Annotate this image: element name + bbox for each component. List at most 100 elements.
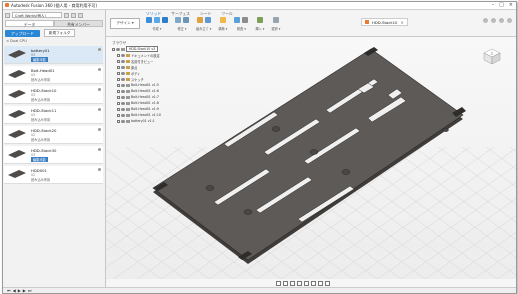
skip-start-icon[interactable]: ⏮ [7, 288, 11, 293]
tab-members[interactable]: 共有メンバー [54, 20, 103, 27]
visibility-icon[interactable] [121, 95, 125, 99]
file-item[interactable]: HDD-Stack10 V3 読み込み専用 [4, 86, 103, 104]
help-icon[interactable] [499, 18, 504, 23]
notification-icon[interactable] [491, 18, 496, 23]
file-meta: 読み込み専用 [31, 118, 51, 122]
avatar[interactable] [507, 18, 512, 23]
expand-toggle-icon[interactable] [117, 101, 120, 105]
tab-data[interactable]: データ [5, 20, 54, 27]
workspace-switcher[interactable]: デザイン ▾ [110, 18, 140, 29]
tool-icon[interactable] [204, 17, 211, 23]
close-icon[interactable]: × [509, 2, 513, 8]
file-item[interactable]: HDD-Stack30 V3 編集可能 [4, 146, 103, 164]
file-item[interactable]: HDD-Stack20 V2 読み込み専用 [4, 126, 103, 144]
expand-toggle-icon[interactable] [117, 89, 120, 93]
expand-toggle-icon[interactable] [117, 53, 120, 57]
visibility-icon[interactable] [121, 53, 125, 57]
expand-toggle-icon[interactable] [112, 47, 115, 51]
visibility-icon[interactable] [121, 71, 125, 75]
expand-toggle-icon[interactable] [117, 77, 120, 81]
toolbar-group[interactable]: 検査 ▾ [234, 17, 249, 31]
upload-button[interactable]: アップロード [5, 29, 40, 37]
expand-toggle-icon[interactable] [117, 71, 120, 75]
maximize-icon[interactable]: □ [499, 2, 504, 8]
viewports-icon[interactable] [325, 281, 330, 286]
tool-icon[interactable] [162, 17, 168, 23]
grid-settings-icon[interactable] [318, 281, 323, 286]
file-item[interactable]: HDD-Stack11 V2 読み込み専用 [4, 106, 103, 124]
tool-icon[interactable] [234, 17, 241, 23]
add-tab-icon[interactable] [483, 18, 488, 23]
zoom-icon[interactable] [297, 281, 302, 286]
orbit-icon[interactable] [276, 281, 281, 286]
skip-end-icon[interactable]: ⏭ [28, 288, 32, 293]
toolbar-group-label[interactable]: 作成 ▾ [153, 26, 162, 31]
expand-toggle-icon[interactable] [117, 59, 120, 63]
expand-toggle-icon[interactable] [117, 119, 120, 123]
tool-icon[interactable] [154, 17, 160, 23]
play-icon[interactable]: ▶ [18, 288, 21, 293]
toolbar-group-icons [146, 17, 168, 23]
visibility-icon[interactable] [121, 89, 125, 93]
tool-icon[interactable] [272, 17, 279, 23]
toolbar-group[interactable]: 選択 ▾ [271, 17, 280, 31]
visibility-icon[interactable] [121, 83, 125, 87]
expand-toggle-icon[interactable] [117, 83, 120, 87]
project-dropdown[interactable]: Craft Works(個人) [12, 12, 62, 18]
tool-icon[interactable] [219, 17, 226, 23]
visibility-icon[interactable] [121, 107, 125, 111]
document-tab[interactable]: HDD-Stack10 × [361, 18, 408, 26]
visibility-icon[interactable] [121, 119, 125, 123]
visibility-icon[interactable] [116, 47, 120, 51]
search-icon[interactable] [71, 12, 76, 18]
sync-status-icon [98, 68, 101, 71]
breadcrumb[interactable]: < Dual CPU [6, 39, 27, 43]
file-item[interactable]: Bolt-Head01 V2 読み込み専用 [4, 66, 103, 84]
step-back-icon[interactable]: ◀ [13, 288, 16, 293]
close-panel-icon[interactable] [78, 12, 83, 18]
toolbar-group-label[interactable]: 組み立て ▾ [196, 26, 211, 31]
tool-icon[interactable] [256, 17, 263, 23]
minimize-icon[interactable]: – [492, 2, 495, 8]
toolbar-group[interactable]: 挿入 ▾ [255, 17, 264, 31]
file-item[interactable]: HDD001 V2 読み込み専用 [4, 166, 103, 184]
file-item[interactable]: battery01 V3 編集可能 [4, 46, 103, 64]
expand-toggle-icon[interactable] [117, 65, 120, 69]
toolbar-group[interactable]: 修正 ▾ [175, 17, 189, 31]
folder-icon [126, 77, 130, 81]
browser-panel: ブラウザ HDD-Stack10 v3 ドキュメントの設定 名前付きビュー 原点 ボディ… [112, 40, 174, 124]
expand-toggle-icon[interactable] [117, 95, 120, 99]
toolbar-group-label[interactable]: 修正 ▾ [178, 26, 187, 31]
new-folder-button[interactable]: 新規フォルダ [43, 29, 76, 37]
toolbar-group-label[interactable]: 挿入 ▾ [255, 26, 264, 31]
visibility-icon[interactable] [121, 65, 125, 69]
tool-icon[interactable] [242, 17, 249, 23]
fit-icon[interactable] [304, 281, 309, 286]
display-settings-icon[interactable] [311, 281, 316, 286]
visibility-icon[interactable] [121, 101, 125, 105]
visibility-icon[interactable] [121, 113, 125, 117]
tool-icon[interactable] [175, 17, 181, 23]
viewcube[interactable]: 上 [482, 47, 502, 65]
expand-toggle-icon[interactable] [117, 107, 120, 111]
expand-toggle-icon[interactable] [117, 113, 120, 117]
visibility-icon[interactable] [121, 59, 125, 63]
toolbar-group[interactable]: 作成 ▾ [146, 17, 168, 31]
canvas-viewport[interactable]: ブラウザ HDD-Stack10 v3 ドキュメントの設定 名前付きビュー 原点 ボディ… [106, 37, 516, 293]
toolbar-group[interactable]: 構築 ▾ [218, 17, 227, 31]
grid-icon[interactable] [5, 12, 10, 18]
visibility-icon[interactable] [121, 77, 125, 81]
browser-node[interactable]: battery01 v1:1 [112, 118, 174, 124]
look-at-icon[interactable] [283, 281, 288, 286]
tool-icon[interactable] [183, 17, 189, 23]
toolbar-group-label[interactable]: 検査 ▾ [237, 26, 246, 31]
close-tab-icon[interactable]: × [400, 20, 403, 25]
pan-icon[interactable] [290, 281, 295, 286]
step-forward-icon[interactable]: ▶ [23, 288, 26, 293]
tool-icon[interactable] [146, 17, 152, 23]
toolbar-group-label[interactable]: 選択 ▾ [271, 26, 280, 31]
refresh-icon[interactable] [64, 12, 69, 18]
toolbar-group[interactable]: 組み立て ▾ [196, 17, 211, 31]
toolbar-group-label[interactable]: 構築 ▾ [218, 26, 227, 31]
tool-icon[interactable] [196, 17, 203, 23]
